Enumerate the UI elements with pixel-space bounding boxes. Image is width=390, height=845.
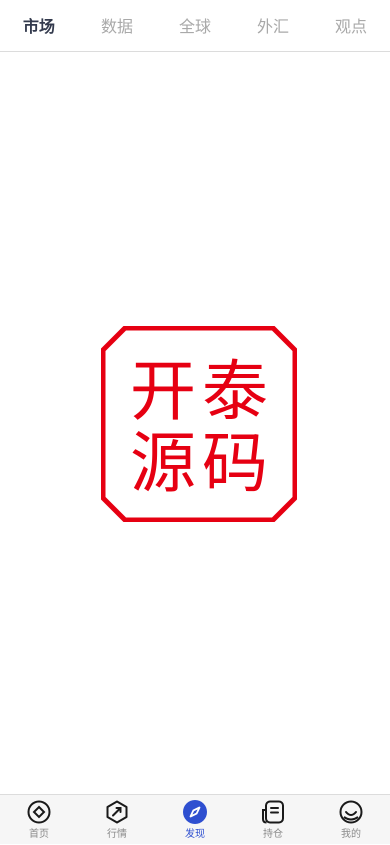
tab-opinion[interactable]: 观点 [321,16,381,38]
nav-home-label: 首页 [29,829,49,840]
bottom-navigation: 首页 行情 发现 持仓 我的 [0,794,390,844]
tab-market[interactable]: 市场 [9,16,69,38]
seal-char-tai: 泰 [202,353,268,430]
kaitai-seal-logo: 开 泰 源 码 [101,326,297,522]
nav-position-label: 持仓 [263,829,283,840]
profile-smile-icon [339,800,363,824]
nav-position[interactable]: 持仓 [234,795,312,845]
nav-market-label: 行情 [107,829,127,840]
nav-profile-label: 我的 [341,829,361,840]
top-tab-bar: 市场 数据 全球 外汇 观点 [0,0,390,52]
nav-home[interactable]: 首页 [0,795,78,845]
nav-discover[interactable]: 发现 [156,795,234,845]
tab-global[interactable]: 全球 [165,16,225,38]
seal-char-kai: 开 [130,353,196,430]
tab-data[interactable]: 数据 [87,16,147,38]
market-trend-icon [106,800,128,824]
nav-profile[interactable]: 我的 [312,795,390,845]
nav-market[interactable]: 行情 [78,795,156,845]
seal-char-ma: 码 [202,425,268,502]
nav-discover-label: 发现 [185,829,205,840]
compass-icon [183,800,207,824]
tab-forex[interactable]: 外汇 [243,16,303,38]
seal-char-yuan: 源 [130,425,196,502]
home-diamond-icon [27,800,51,824]
position-document-icon [262,800,284,824]
